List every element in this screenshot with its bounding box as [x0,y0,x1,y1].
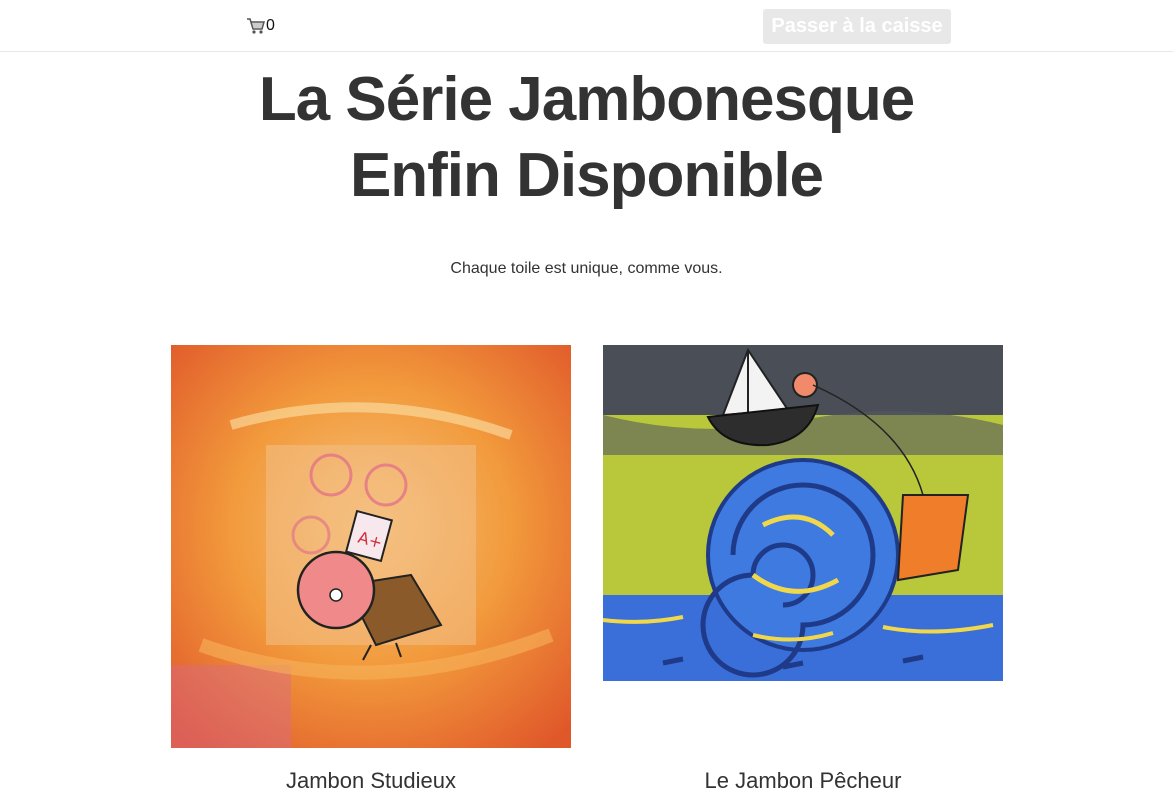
product-image-le-jambon-pecheur[interactable] [603,345,1003,681]
product-title[interactable]: Le Jambon Pêcheur [603,768,1003,794]
checkout-button[interactable]: Passer à la caisse [763,9,951,44]
product-title[interactable]: Jambon Studieux [171,768,571,794]
shopping-cart-icon [246,16,266,36]
cart-count: 0 [266,17,275,34]
page-title: La Série Jambonesque Enfin Disponible [258,65,915,210]
cart-link[interactable]: 0 [246,15,275,37]
product-image-jambon-studieux[interactable]: A+ [171,345,571,748]
page-subtitle: Chaque toile est unique, comme vous. [450,260,723,277]
top-bar: 0 Passer à la caisse [0,0,1173,52]
